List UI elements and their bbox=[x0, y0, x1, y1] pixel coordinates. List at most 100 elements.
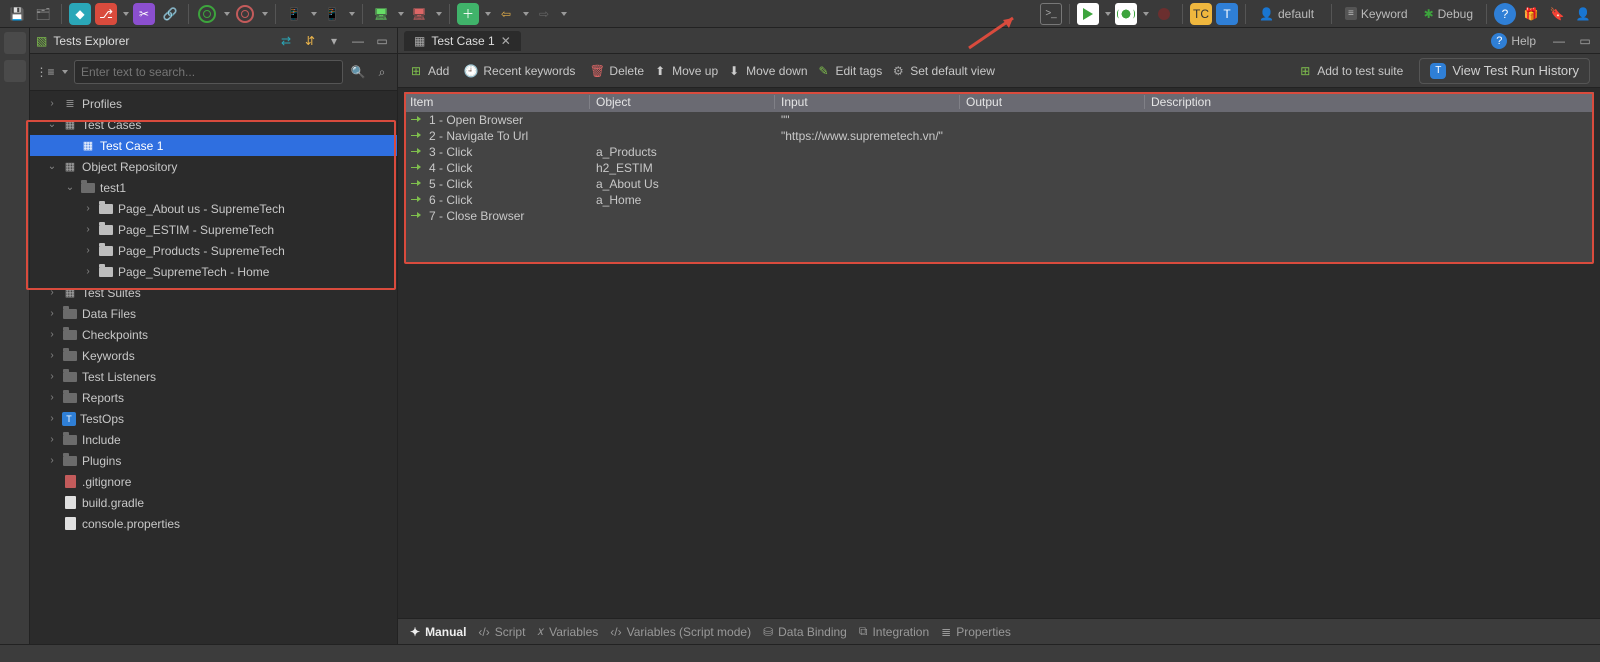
step-row[interactable]: 6 - Clicka_Home bbox=[404, 192, 1594, 208]
window-record-dropdown[interactable] bbox=[434, 12, 442, 16]
record-web-icon[interactable] bbox=[234, 3, 256, 25]
delete-step-button[interactable]: 🗑Delete bbox=[589, 63, 644, 79]
debug-view-button[interactable]: ✱ Debug bbox=[1418, 5, 1479, 23]
window-spy-dropdown[interactable] bbox=[396, 12, 404, 16]
help-button[interactable]: ? Help bbox=[1485, 31, 1542, 51]
move-down-button[interactable]: ⬇Move down bbox=[726, 63, 807, 79]
profile-selector[interactable]: 👤 default bbox=[1253, 5, 1324, 23]
tree-page-home[interactable]: ›Page_SupremeTech - Home bbox=[30, 261, 397, 282]
debug-run-dropdown[interactable] bbox=[1141, 12, 1149, 16]
add-step-button[interactable]: ⊞Add bbox=[408, 63, 455, 79]
tab-data-binding[interactable]: ⛁Data Binding bbox=[763, 625, 847, 639]
tree-test-suites[interactable]: ›▦Test Suites bbox=[30, 282, 397, 303]
col-output[interactable]: Output bbox=[959, 95, 1144, 109]
tree-page-about[interactable]: ›Page_About us - SupremeTech bbox=[30, 198, 397, 219]
edit-tags-button[interactable]: ✎Edit tags bbox=[816, 63, 883, 79]
tree-keywords[interactable]: ›Keywords bbox=[30, 345, 397, 366]
tab-manual[interactable]: ✦Manual bbox=[410, 625, 466, 639]
git-icon[interactable]: ⎇ bbox=[95, 3, 117, 25]
terminal-icon[interactable]: >_ bbox=[1040, 3, 1062, 25]
account-icon[interactable]: 👤 bbox=[1572, 3, 1594, 25]
tab-script[interactable]: ‹/›Script bbox=[478, 625, 525, 639]
keyword-view-button[interactable]: ≡ Keyword bbox=[1339, 5, 1414, 23]
filter-dropdown[interactable] bbox=[60, 70, 68, 74]
tree-test-cases[interactable]: ⌄▦Test Cases bbox=[30, 114, 397, 135]
maximize-icon[interactable]: ▭ bbox=[373, 32, 391, 50]
tree-test1-folder[interactable]: ⌄test1 bbox=[30, 177, 397, 198]
testcloud-icon[interactable]: TC bbox=[1190, 3, 1212, 25]
editor-tab[interactable]: ▦ Test Case 1 ✕ bbox=[404, 31, 521, 51]
tree-console-properties[interactable]: console.properties bbox=[30, 513, 397, 534]
col-description[interactable]: Description bbox=[1144, 95, 1594, 109]
connect-icon[interactable]: 🔗 bbox=[159, 3, 181, 25]
filter-icon[interactable]: ⋮≡ bbox=[36, 63, 54, 81]
advanced-search-icon[interactable]: ⌕ bbox=[373, 63, 391, 81]
run-dropdown[interactable] bbox=[1103, 12, 1111, 16]
forward-dropdown[interactable] bbox=[559, 12, 567, 16]
debug-run-icon[interactable] bbox=[1115, 3, 1137, 25]
set-default-view-button[interactable]: ⚙Set default view bbox=[890, 63, 995, 79]
help-icon[interactable]: ? bbox=[1494, 3, 1516, 25]
minimize-icon[interactable]: — bbox=[349, 32, 367, 50]
tab-integration[interactable]: ⧉Integration bbox=[859, 624, 929, 639]
tree-page-estim[interactable]: ›Page_ESTIM - SupremeTech bbox=[30, 219, 397, 240]
view-test-run-history-button[interactable]: T View Test Run History bbox=[1419, 58, 1590, 84]
col-item[interactable]: Item bbox=[404, 95, 589, 109]
tab-properties[interactable]: ≣Properties bbox=[941, 625, 1011, 639]
tree-gitignore[interactable]: .gitignore bbox=[30, 471, 397, 492]
editor-maximize-icon[interactable]: ▭ bbox=[1576, 32, 1594, 50]
back-icon[interactable]: ⇦ bbox=[495, 3, 517, 25]
step-row[interactable]: 2 - Navigate To Url"https://www.supremet… bbox=[404, 128, 1594, 144]
search-icon[interactable]: 🔍 bbox=[349, 63, 367, 81]
record-icon[interactable] bbox=[1153, 3, 1175, 25]
testops-icon[interactable]: T bbox=[1216, 3, 1238, 25]
spy-mobile-dropdown[interactable] bbox=[309, 12, 317, 16]
save-all-icon[interactable]: 🗂 bbox=[32, 3, 54, 25]
add-icon[interactable]: ＋ bbox=[457, 3, 479, 25]
git-dropdown[interactable] bbox=[121, 12, 129, 16]
window-record-icon[interactable]: 🖥 bbox=[408, 3, 430, 25]
close-icon[interactable]: ✕ bbox=[501, 34, 511, 48]
tree-object-repository[interactable]: ⌄▦Object Repository bbox=[30, 156, 397, 177]
editor-minimize-icon[interactable]: — bbox=[1550, 32, 1568, 50]
step-row[interactable]: 7 - Close Browser bbox=[404, 208, 1594, 224]
cut-icon[interactable]: ✂ bbox=[133, 3, 155, 25]
tab-variables[interactable]: 𝑥Variables bbox=[537, 624, 598, 639]
step-row[interactable]: 5 - Clicka_About Us bbox=[404, 176, 1594, 192]
run-icon[interactable] bbox=[1077, 3, 1099, 25]
rail-keyword-icon[interactable] bbox=[4, 60, 26, 82]
tree-reports[interactable]: ›Reports bbox=[30, 387, 397, 408]
spy-web-icon[interactable] bbox=[196, 3, 218, 25]
tree-test-case-1[interactable]: ▦Test Case 1 bbox=[30, 135, 397, 156]
tree-page-products[interactable]: ›Page_Products - SupremeTech bbox=[30, 240, 397, 261]
rail-explorer-icon[interactable] bbox=[4, 32, 26, 54]
tree-build-gradle[interactable]: build.gradle bbox=[30, 492, 397, 513]
tree-profiles[interactable]: ›≣Profiles bbox=[30, 93, 397, 114]
recent-keywords-button[interactable]: 🕘Recent keywords bbox=[463, 63, 581, 79]
col-object[interactable]: Object bbox=[589, 95, 774, 109]
tree-data-files[interactable]: ›Data Files bbox=[30, 303, 397, 324]
tree-test-listeners[interactable]: ›Test Listeners bbox=[30, 366, 397, 387]
step-row[interactable]: 3 - Clicka_Products bbox=[404, 144, 1594, 160]
step-row[interactable]: 4 - Clickh2_ESTIM bbox=[404, 160, 1594, 176]
add-dropdown[interactable] bbox=[483, 12, 491, 16]
add-to-suite-button[interactable]: ⊞Add to test suite bbox=[1297, 63, 1409, 79]
collapse-all-icon[interactable]: ⇵ bbox=[301, 32, 319, 50]
spy-web-dropdown[interactable] bbox=[222, 12, 230, 16]
tag-icon[interactable]: 🔖 bbox=[1546, 3, 1568, 25]
view-menu-icon[interactable]: ▾ bbox=[325, 32, 343, 50]
tree-checkpoints[interactable]: ›Checkpoints bbox=[30, 324, 397, 345]
search-input[interactable] bbox=[74, 60, 343, 84]
tree-plugins[interactable]: ›Plugins bbox=[30, 450, 397, 471]
tree-testops[interactable]: ›TTestOps bbox=[30, 408, 397, 429]
record-mobile-dropdown[interactable] bbox=[347, 12, 355, 16]
tree-include[interactable]: ›Include bbox=[30, 429, 397, 450]
save-icon[interactable]: 💾 bbox=[6, 3, 28, 25]
record-mobile-icon[interactable]: 📱 bbox=[321, 3, 343, 25]
move-up-button[interactable]: ⬆Move up bbox=[652, 63, 718, 79]
record-web-dropdown[interactable] bbox=[260, 12, 268, 16]
back-dropdown[interactable] bbox=[521, 12, 529, 16]
step-row[interactable]: 1 - Open Browser"" bbox=[404, 112, 1594, 128]
katalon-icon[interactable]: ◆ bbox=[69, 3, 91, 25]
link-editor-icon[interactable]: ⇄ bbox=[277, 32, 295, 50]
